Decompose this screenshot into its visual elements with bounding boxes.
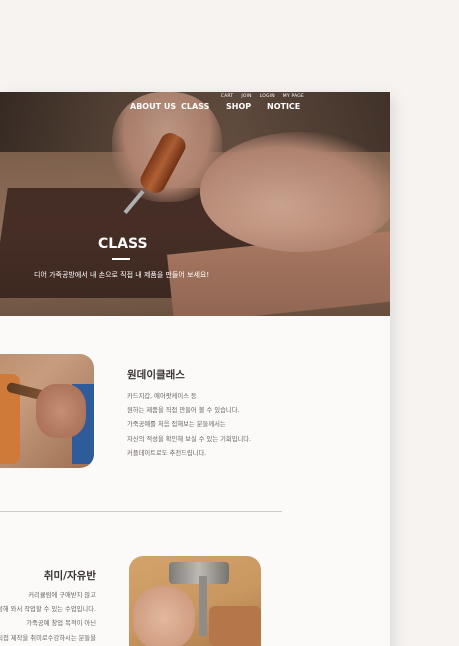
main-nav: ABOUT US CLASS SHOP NOTICE: [130, 102, 300, 111]
description-line: 가죽공예를 처음 접해보는 분들께서는: [127, 421, 226, 429]
oneday-class-image: [0, 354, 94, 468]
image-hand: [36, 384, 86, 438]
description-line: 자신의 적성을 확인해 보실 수 있는 기회입니다.: [127, 435, 252, 443]
hero-subtitle: 디어 가죽공방에서 내 손으로 직접 내 제품을 만들어 보세요!: [34, 271, 210, 279]
description-line: 원하는 제품을 직접 만들어 볼 수 있습니다.: [127, 407, 240, 415]
website-mockup: CART JOIN LOGIN MY PAGE ABOUT US CLASS S…: [0, 92, 390, 646]
oneday-class-title: 원데이클래스: [127, 369, 185, 381]
cart-link[interactable]: CART: [221, 94, 234, 99]
description-line: 커리큘럼에 구애받지 않고: [28, 592, 96, 599]
hobby-class-image: [129, 556, 261, 646]
oneday-class-description: 카드지갑, 에어팟케이스 등 원하는 제품을 직접 만들어 볼 수 있습니다. …: [127, 390, 251, 461]
mypage-link[interactable]: MY PAGE: [283, 94, 304, 99]
image-leather: [209, 606, 261, 646]
description-line: 원하는 제품을 정해 와서 작업할 수 있는 수업입니다.: [0, 606, 96, 614]
description-line: 가죽공예 창업 목적이 아닌: [26, 620, 96, 628]
hobby-class-title: 취미/자유반: [43, 570, 96, 582]
description-line: 카드지갑, 에어팟케이스 등: [127, 393, 197, 400]
image-hand: [133, 586, 195, 646]
nav-about-us[interactable]: ABOUT US: [130, 102, 181, 111]
join-link[interactable]: JOIN: [241, 94, 251, 99]
hero-title: CLASS: [98, 236, 148, 252]
nav-shop[interactable]: SHOP: [226, 102, 267, 111]
section-divider: [0, 511, 282, 512]
login-link[interactable]: LOGIN: [260, 94, 275, 99]
utility-nav: CART JOIN LOGIN MY PAGE: [221, 94, 304, 99]
hero-title-underline: [112, 258, 130, 260]
description-line: 커플데이트로도 추천드립니다.: [127, 449, 207, 457]
hero-banner: CART JOIN LOGIN MY PAGE ABOUT US CLASS S…: [0, 92, 390, 316]
nav-notice[interactable]: NOTICE: [267, 102, 300, 111]
hobby-class-description: 커리큘럼에 구애받지 않고 원하는 제품을 정해 와서 작업할 수 있는 수업입…: [0, 589, 96, 646]
hero-shade: [0, 92, 390, 316]
image-press-pole: [199, 576, 207, 636]
nav-class[interactable]: CLASS: [181, 102, 226, 111]
description-line: 취미로 가죽제품을 직접 제작을 취미로수강하시는 분들을: [0, 634, 96, 642]
